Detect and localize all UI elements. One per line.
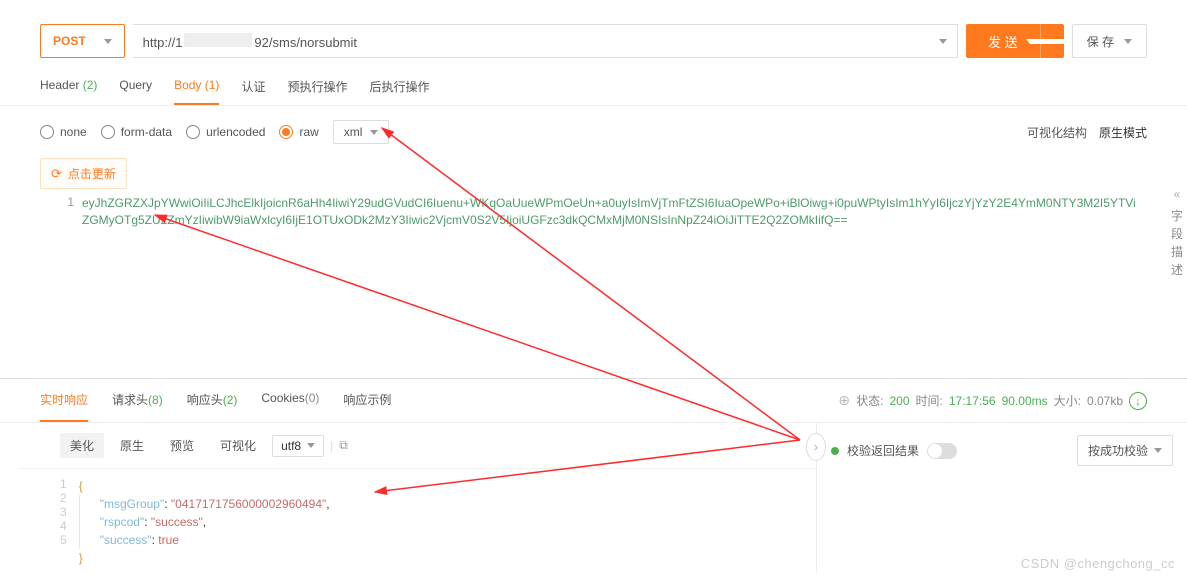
http-method-select[interactable]: POST [40,24,125,58]
json-gutter: 12345 [60,477,79,567]
reload-icon: ⟳ [51,166,62,182]
native-mode-link[interactable]: 原生模式 [1099,124,1147,141]
visual-structure-link[interactable]: 可视化结构 [1027,124,1087,141]
response-area: 实时响应 请求头(8) 响应头(2) Cookies(0) 响应示例 ⊕ 状态:… [0,378,1187,577]
radio-icon [101,125,115,139]
radio-icon [279,125,293,139]
radio-icon [40,125,54,139]
response-meta: ⊕ 状态: 200 时间: 17:17:56 90.00ms 大小: 0.07k… [838,379,1147,422]
url-input[interactable]: http://192/sms/norsubmit [133,24,958,58]
view-pretty[interactable]: 美化 [60,433,104,458]
send-split-button[interactable] [1040,24,1064,58]
status-code: 200 [890,394,910,408]
radio-icon [186,125,200,139]
tab-header[interactable]: Header (2) [40,78,97,105]
validation-panel: › 校验返回结果 按成功校验 [817,423,1187,573]
save-button[interactable]: 保 存 [1072,24,1147,58]
watermark: CSDN @chengchong_cc [1021,556,1175,571]
validate-success-button[interactable]: 按成功校验 [1077,435,1173,466]
http-method-label: POST [53,34,86,48]
side-meta-panel[interactable]: « 字段描述 [1167,185,1187,279]
resp-tab-respheaders[interactable]: 响应头(2) [187,379,238,422]
response-duration: 90.00ms [1002,394,1048,408]
request-tabs: Header (2) Query Body (1) 认证 预执行操作 后执行操作 [0,68,1187,106]
tab-body[interactable]: Body (1) [174,78,219,105]
tab-query[interactable]: Query [119,78,152,105]
view-raw[interactable]: 原生 [110,433,154,458]
resp-tab-realtime[interactable]: 实时响应 [40,379,88,422]
copy-button[interactable]: ⧉ [339,438,348,453]
view-preview[interactable]: 预览 [160,433,204,458]
validate-label: 校验返回结果 [847,442,919,459]
response-view-tabs: 美化 原生 预览 可视化 utf8 | ⧉ [20,423,816,469]
collapse-handle[interactable]: › [806,433,826,461]
tab-pre-script[interactable]: 预执行操作 [287,78,347,105]
line-number: 1 [60,195,82,355]
response-tabs: 实时响应 请求头(8) 响应头(2) Cookies(0) 响应示例 [40,379,391,422]
redacted-segment [184,33,252,47]
response-json-content: { "msgGroup": "0417171756000002960494", … [79,477,330,567]
encoding-select[interactable]: utf8 [272,435,324,457]
request-body-editor[interactable]: 1 eyJhZGRZXJpYWwiOiIiLCJhcElkIjoicnR6aHh… [60,195,1147,355]
chevron-down-icon [104,39,112,44]
refresh-button[interactable]: ⟳ 点击更新 [40,158,127,189]
validate-toggle[interactable] [927,443,957,459]
response-body-panel: 美化 原生 预览 可视化 utf8 | ⧉ 12345 { "msgGroup"… [0,423,817,573]
body-type-none[interactable]: none [40,125,87,139]
response-size: 0.07kb [1087,394,1123,408]
globe-icon: ⊕ [838,392,850,409]
request-body-content: eyJhZGRZXJpYWwiOiIiLCJhcElkIjoicnR6aHh4I… [82,195,1147,355]
tab-auth[interactable]: 认证 [241,78,265,105]
url-text: http://192/sms/norsubmit [143,33,357,50]
resp-tab-cookies[interactable]: Cookies(0) [261,379,319,422]
response-time: 17:17:56 [949,394,996,408]
divider: | [330,439,333,453]
collapse-icon: « [1167,185,1187,203]
chevron-down-icon [1154,448,1162,453]
status-dot-icon [831,447,839,455]
chevron-down-icon [370,130,378,135]
body-type-urlencoded[interactable]: urlencoded [186,125,265,139]
save-button-label: 保 存 [1087,33,1114,50]
body-type-raw[interactable]: raw [279,125,318,139]
chevron-down-icon [1124,39,1132,44]
resp-tab-example[interactable]: 响应示例 [343,379,391,422]
chevron-down-icon [307,443,315,448]
chevron-down-icon [1026,39,1078,44]
view-visual[interactable]: 可视化 [210,433,266,458]
body-type-row: none form-data urlencoded raw xml 可视化结构 … [0,106,1187,158]
response-json-editor[interactable]: 12345 { "msgGroup": "0417171756000002960… [20,469,816,575]
side-meta-label: 字段描述 [1167,207,1187,279]
raw-subtype-select[interactable]: xml [333,120,390,144]
body-type-formdata[interactable]: form-data [101,125,172,139]
resp-tab-reqheaders[interactable]: 请求头(8) [112,379,163,422]
send-button[interactable]: 发 送 [966,24,1064,58]
download-button[interactable]: ↓ [1129,392,1147,410]
request-bar: POST http://192/sms/norsubmit 发 送 保 存 [0,0,1187,68]
tab-post-script[interactable]: 后执行操作 [369,78,429,105]
chevron-down-icon [939,39,947,44]
